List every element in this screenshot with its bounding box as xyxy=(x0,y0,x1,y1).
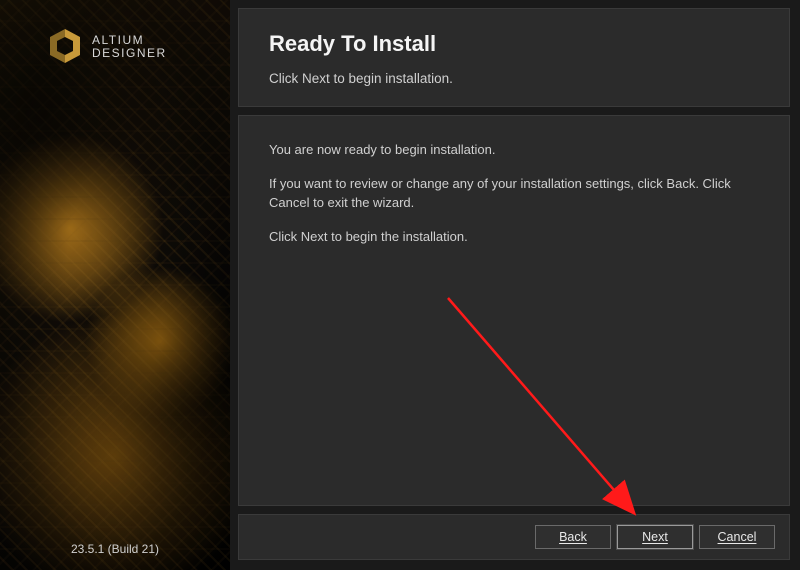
installer-window: ALTIUM DESIGNER 23.5.1 (Build 21) Ready … xyxy=(0,0,800,570)
version-label: 23.5.1 (Build 21) xyxy=(0,542,230,556)
altium-logo-icon xyxy=(48,28,82,66)
cancel-button[interactable]: Cancel xyxy=(699,525,775,549)
main-content: Ready To Install Click Next to begin ins… xyxy=(230,0,800,570)
brand-text: ALTIUM DESIGNER xyxy=(92,34,167,59)
back-button[interactable]: Back xyxy=(535,525,611,549)
body-text-2: If you want to review or change any of y… xyxy=(269,174,759,213)
header-panel: Ready To Install Click Next to begin ins… xyxy=(238,8,790,107)
next-button[interactable]: Next xyxy=(617,525,693,549)
body-panel: You are now ready to begin installation.… xyxy=(238,115,790,506)
body-text-3: Click Next to begin the installation. xyxy=(269,227,759,247)
sidebar: ALTIUM DESIGNER 23.5.1 (Build 21) xyxy=(0,0,230,570)
page-title: Ready To Install xyxy=(269,31,759,57)
brand-line2: DESIGNER xyxy=(92,47,167,60)
brand-logo: ALTIUM DESIGNER xyxy=(0,0,230,86)
body-text-1: You are now ready to begin installation. xyxy=(269,140,759,160)
footer-panel: Back Next Cancel xyxy=(238,514,790,560)
page-subtitle: Click Next to begin installation. xyxy=(269,71,759,86)
